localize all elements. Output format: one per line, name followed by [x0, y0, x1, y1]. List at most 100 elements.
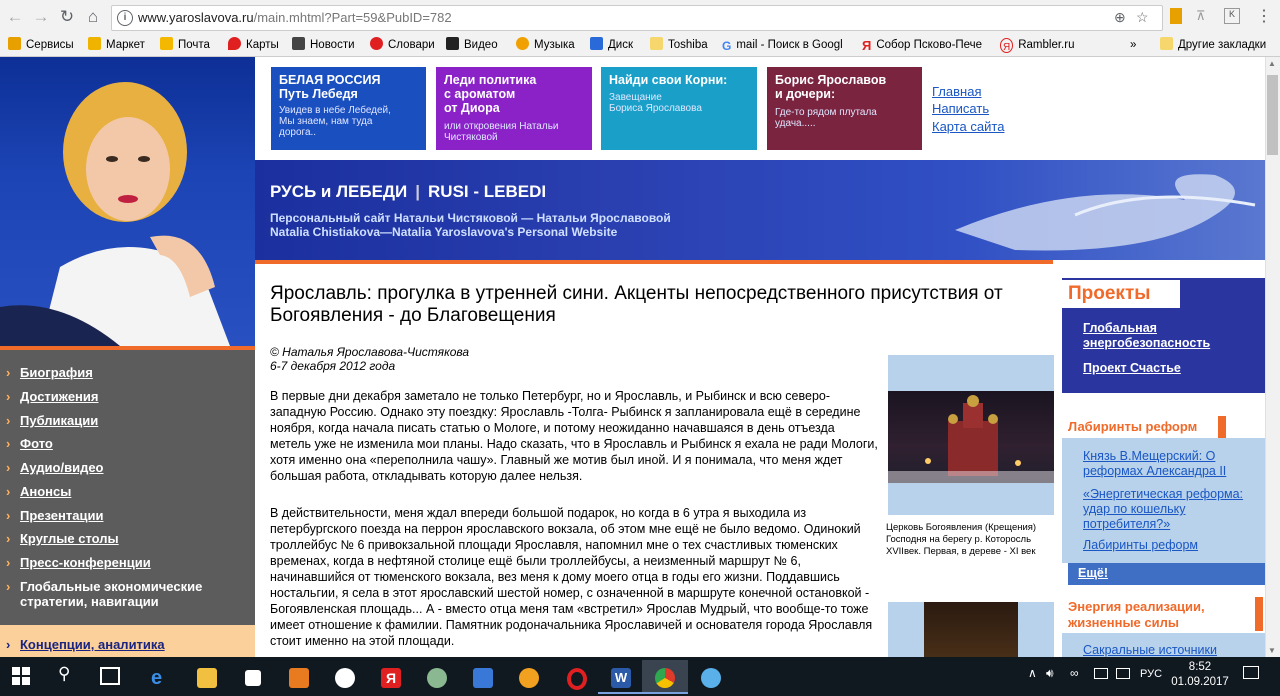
- taskbar-chrome[interactable]: [642, 660, 688, 694]
- church-image: [888, 391, 1054, 483]
- site-banner: РУСЬ и ЛЕБЕДИ | RUSI - LEBEDI Персональный…: [255, 160, 1265, 260]
- taskbar-store[interactable]: [230, 660, 276, 694]
- sidebar-item-achievements[interactable]: › Достижения: [6, 389, 98, 404]
- link-sitemap[interactable]: Карта сайта: [932, 119, 1004, 134]
- search-icon[interactable]: ⚲: [58, 664, 70, 684]
- language-indicator[interactable]: РУС: [1140, 668, 1162, 680]
- forward-arrow-icon[interactable]: →: [30, 6, 52, 28]
- sidebar-item-round-tables[interactable]: › Круглые столы: [6, 531, 119, 546]
- bookmark-video[interactable]: Видео: [446, 36, 498, 54]
- task-view-icon[interactable]: [100, 667, 120, 685]
- home-icon[interactable]: ⌂: [82, 6, 104, 28]
- media-icon: [289, 668, 309, 688]
- banner-lady-politics[interactable]: Леди политика с ароматом от Диора или от…: [436, 67, 592, 150]
- project-happiness[interactable]: Проект Счастье: [1083, 361, 1181, 376]
- banner-white-russia[interactable]: БЕЛАЯ РОССИЯ Путь Лебедя Увидев в небе Л…: [271, 67, 426, 150]
- sidebar-item-audio-video[interactable]: › Аудио/видео: [6, 460, 104, 475]
- sidebar-item-publications[interactable]: › Публикации: [6, 413, 98, 428]
- address-bar[interactable]: i www.yaroslavova.ru/main.mhtml?Part=59&…: [111, 5, 1163, 31]
- link-sacred-sources[interactable]: Сакральные источники: [1083, 643, 1217, 658]
- bookmark-news[interactable]: Новости: [292, 36, 355, 54]
- sidebar-item-strategies[interactable]: › Глобальные экономические стратегии, нав…: [6, 579, 202, 609]
- taskbar-yandex-browser[interactable]: [322, 660, 368, 694]
- extension2-icon[interactable]: K: [1224, 8, 1240, 24]
- project-energy-security[interactable]: Глобальная энергобезопасность: [1083, 321, 1210, 351]
- bookmark-music[interactable]: Музыка: [516, 36, 575, 54]
- link-energy-reform[interactable]: «Энергетическая реформа: удар по кошельк…: [1083, 487, 1253, 532]
- link-meshchersky[interactable]: Князь В.Мещерский: О реформах Александра…: [1083, 449, 1243, 479]
- sidebar-item-concepts[interactable]: › Концепции, аналитика: [6, 637, 165, 652]
- windows-start-icon[interactable]: [12, 667, 30, 690]
- menu-icon[interactable]: ⋮: [1256, 6, 1272, 26]
- bookmarks-overflow[interactable]: »: [1130, 36, 1136, 54]
- taskbar-word[interactable]: W: [598, 660, 644, 694]
- taskbar-edge[interactable]: e: [138, 660, 184, 694]
- link-labyrinth-reforms[interactable]: Лабиринты реформ: [1083, 538, 1198, 553]
- taskbar-app[interactable]: [414, 660, 460, 694]
- bookmark-rambler[interactable]: Я Rambler.ru: [1000, 36, 1074, 54]
- taskbar-yandex[interactable]: Я: [368, 660, 414, 694]
- yandex-browser-icon: [335, 668, 355, 688]
- map-pin-icon: [228, 37, 241, 50]
- bookmark-market[interactable]: Маркет: [88, 36, 145, 54]
- more-link[interactable]: Ещё!: [1078, 566, 1108, 580]
- folder-icon: [1160, 37, 1173, 50]
- info-icon[interactable]: i: [117, 10, 133, 26]
- banner-boris-yaroslavov[interactable]: Борис Ярославов и дочери: Где-то рядом п…: [767, 67, 922, 150]
- sidebar-item-biography[interactable]: › Биография: [6, 365, 93, 380]
- site-title: РУСЬ и ЛЕБЕДИ | RUSI - LEBEDI: [270, 182, 547, 201]
- sidebar-item-press[interactable]: › Пресс-конференции: [6, 555, 151, 570]
- reload-icon[interactable]: ↻: [56, 6, 78, 28]
- taskbar-mail[interactable]: [460, 660, 506, 694]
- back-arrow-icon[interactable]: ←: [4, 6, 26, 28]
- taskbar-explorer[interactable]: [184, 660, 230, 694]
- clock[interactable]: 8:52 01.09.2017: [1168, 660, 1232, 690]
- bookmark-ext-icon[interactable]: [1170, 8, 1182, 24]
- extension-icon[interactable]: ⊼: [1196, 8, 1210, 24]
- star-icon[interactable]: ☆: [1136, 9, 1149, 26]
- taskbar-opera[interactable]: [552, 660, 598, 694]
- scroll-down-icon[interactable]: ▼: [1268, 646, 1276, 655]
- banner-title: Борис Ярославов и дочери:: [775, 73, 887, 101]
- scrollbar-thumb[interactable]: [1267, 75, 1278, 155]
- bookmark-toshiba[interactable]: Toshiba: [650, 36, 708, 54]
- author-photo: [0, 57, 255, 346]
- market-icon: [88, 37, 101, 50]
- url-host: www.yaroslavova.ru: [138, 10, 254, 25]
- network-icon[interactable]: [1116, 668, 1130, 679]
- taskbar-app2[interactable]: [506, 660, 552, 694]
- clock-date: 01.09.2017: [1171, 676, 1229, 688]
- tray-chevron-icon[interactable]: ∧: [1028, 666, 1037, 680]
- bookmark-sobor[interactable]: Я Собор Псково-Пече: [862, 36, 982, 54]
- sidebar-item-photo[interactable]: › Фото: [6, 436, 53, 451]
- link-write[interactable]: Написать: [932, 101, 989, 116]
- other-bookmarks[interactable]: Другие закладки: [1160, 36, 1266, 54]
- zoom-icon[interactable]: ⊕: [1114, 9, 1126, 26]
- sidebar-item-announcements[interactable]: › Анонсы: [6, 484, 71, 499]
- banner-find-roots[interactable]: Найди свои Корни: Завещание Бориса Яросл…: [601, 67, 757, 150]
- church-photo[interactable]: [888, 355, 1054, 515]
- notifications-icon[interactable]: [1243, 666, 1259, 679]
- second-photo[interactable]: [888, 602, 1054, 662]
- store-icon: [245, 670, 261, 686]
- banner-title: Найди свои Корни:: [609, 73, 728, 87]
- bookmark-mail[interactable]: Почта: [160, 36, 210, 54]
- article-paragraph: В первые дни декабря заметало не только …: [270, 389, 878, 483]
- bookmark-maps[interactable]: Карты: [228, 36, 279, 54]
- bookmark-google[interactable]: Gmail - Поиск в Googl: [722, 36, 843, 54]
- app2-icon: [519, 668, 539, 688]
- opera-icon: [567, 668, 587, 690]
- sidebar-item-presentations[interactable]: › Презентации: [6, 508, 103, 523]
- app3-icon: [701, 668, 721, 688]
- taskbar-app3[interactable]: [688, 660, 734, 694]
- taskbar-media[interactable]: [276, 660, 322, 694]
- battery-icon[interactable]: [1094, 668, 1108, 679]
- bookmark-dict[interactable]: Словари: [370, 36, 435, 54]
- banner-title: БЕЛАЯ РОССИЯ Путь Лебедя: [279, 73, 381, 101]
- bookmark-disk[interactable]: Диск: [590, 36, 633, 54]
- link-icon[interactable]: ∞: [1070, 666, 1079, 680]
- bookmark-services[interactable]: Сервисы: [8, 36, 74, 54]
- scroll-up-icon[interactable]: ▲: [1268, 59, 1276, 68]
- volume-icon[interactable]: 🔊︎: [1046, 666, 1054, 681]
- link-home[interactable]: Главная: [932, 84, 981, 99]
